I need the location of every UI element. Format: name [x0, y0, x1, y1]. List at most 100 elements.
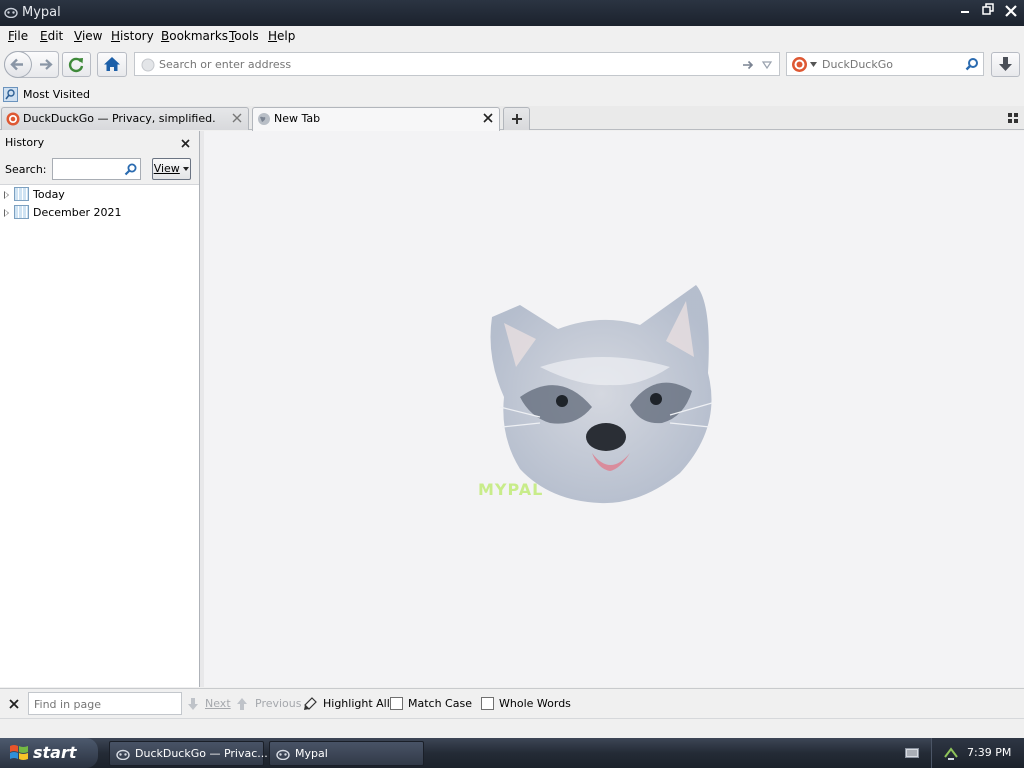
down-arrow-icon [188, 698, 198, 710]
address-input[interactable] [159, 57, 719, 72]
close-sidebar-icon[interactable] [181, 139, 190, 148]
highlight-all-label: Highlight All [323, 697, 390, 710]
tab-title: DuckDuckGo — Privacy, simplified. [23, 112, 216, 125]
windows-logo-icon [10, 745, 28, 760]
expand-arrow-icon[interactable] [4, 209, 9, 217]
duckduckgo-favicon-icon [6, 112, 20, 126]
reload-icon [68, 57, 84, 73]
back-button[interactable] [4, 51, 32, 78]
tab-title: New Tab [274, 112, 321, 125]
search-icon[interactable] [965, 57, 979, 71]
minimize-icon [961, 11, 969, 13]
find-previous-button[interactable]: Previous [235, 693, 302, 715]
mypal-logo: MYPAL [478, 480, 544, 499]
list-all-tabs-icon[interactable] [1008, 113, 1019, 124]
history-dropdown-icon[interactable] [761, 59, 773, 71]
view-button-label: View [153, 162, 180, 175]
engine-dropdown-icon[interactable] [810, 62, 817, 67]
home-button[interactable] [97, 52, 127, 77]
tab-new-tab[interactable]: New Tab [252, 107, 500, 131]
dropdown-arrow-icon [183, 167, 190, 171]
tab-bar: DuckDuckGo — Privacy, simplified. New Ta… [0, 106, 1024, 131]
find-next-button[interactable]: Next [186, 693, 231, 715]
menu-bookmarks[interactable]: Bookmarks [161, 29, 228, 43]
raccoon-mascot-image [490, 285, 713, 504]
taskbar: start DuckDuckGo — Privac... Mypal 7:39 … [0, 738, 1024, 768]
bookmark-most-visited[interactable]: Most Visited [3, 86, 90, 104]
menu-view[interactable]: View [74, 29, 102, 43]
menu-history[interactable]: History [111, 29, 154, 43]
search-bar[interactable] [786, 52, 984, 76]
taskbar-item-label: Mypal [295, 747, 328, 760]
home-icon [104, 57, 120, 71]
find-field[interactable] [28, 692, 182, 715]
mypal-app-icon [4, 7, 18, 18]
menu-help[interactable]: Help [268, 29, 295, 43]
restore-button[interactable] [978, 3, 998, 22]
search-input[interactable] [822, 57, 962, 72]
plus-icon [512, 114, 522, 124]
close-findbar-icon[interactable] [9, 699, 19, 709]
taskbar-item-duckduckgo[interactable]: DuckDuckGo — Privac... [109, 741, 268, 766]
highlighter-icon [304, 697, 317, 710]
window-title: Mypal [22, 5, 61, 20]
history-search-field[interactable] [52, 158, 141, 180]
history-search-input[interactable] [56, 162, 122, 177]
find-previous-label: Previous [255, 697, 302, 710]
bookmark-label: Most Visited [23, 88, 90, 101]
view-button[interactable]: View [152, 158, 191, 180]
system-tray: 7:39 PM [931, 738, 1024, 768]
clock: 7:39 PM [967, 746, 1012, 759]
calendar-icon [14, 187, 29, 201]
keyboard-icon[interactable] [905, 747, 919, 759]
mypal-app-icon [116, 749, 130, 760]
mypal-app-icon [276, 749, 290, 760]
most-visited-icon [3, 87, 18, 102]
close-tab-icon[interactable] [483, 113, 493, 123]
navigation-toolbar [0, 46, 1024, 84]
minimize-button[interactable] [955, 3, 975, 22]
title-bar: Mypal [0, 0, 1024, 26]
new-tab-button[interactable] [503, 107, 530, 130]
sidebar-header: History [0, 131, 199, 155]
find-next-label: Next [205, 697, 231, 710]
bookmarks-toolbar: Most Visited [0, 84, 1024, 106]
tab-duckduckgo[interactable]: DuckDuckGo — Privacy, simplified. [1, 107, 249, 130]
menu-file[interactable]: File [8, 29, 28, 43]
start-button[interactable]: start [0, 738, 98, 768]
match-case-label: Match Case [408, 697, 472, 710]
go-arrow-icon[interactable] [741, 58, 755, 72]
up-arrow-icon [237, 698, 247, 710]
find-input[interactable] [34, 697, 174, 712]
address-bar[interactable] [134, 52, 780, 76]
new-tab-page: MYPAL [204, 131, 1024, 687]
start-label: start [33, 743, 77, 762]
history-tree-label: Today [33, 188, 65, 201]
highlight-all-button[interactable]: Highlight All [303, 693, 390, 715]
download-icon [999, 57, 1012, 71]
whole-words-checkbox[interactable] [481, 697, 494, 710]
restore-icon [982, 3, 994, 15]
globe-icon [258, 113, 270, 125]
reload-button[interactable] [62, 52, 91, 77]
close-window-button[interactable] [1001, 3, 1021, 22]
site-identity-icon [141, 58, 155, 72]
downloads-button[interactable] [991, 52, 1020, 77]
match-case-checkbox[interactable] [390, 697, 403, 710]
menu-tools[interactable]: Tools [229, 29, 259, 43]
status-bar [0, 718, 1024, 738]
taskbar-item-label: DuckDuckGo — Privac... [135, 747, 268, 760]
taskbar-item-mypal[interactable]: Mypal [269, 741, 424, 766]
duckduckgo-engine-icon[interactable] [791, 56, 808, 73]
search-icon [124, 163, 137, 176]
history-tree-item[interactable]: December 2021 [0, 204, 199, 222]
close-tab-icon[interactable] [232, 113, 242, 123]
history-tree-item[interactable]: Today [0, 186, 199, 204]
sidebar-search-row: Search: View [0, 155, 199, 185]
menu-edit[interactable]: Edit [40, 29, 63, 43]
expand-arrow-icon[interactable] [4, 191, 9, 199]
forward-arrow-icon [40, 59, 53, 70]
network-icon[interactable] [943, 745, 959, 761]
history-tree-label: December 2021 [33, 206, 122, 219]
forward-button[interactable] [35, 54, 57, 75]
